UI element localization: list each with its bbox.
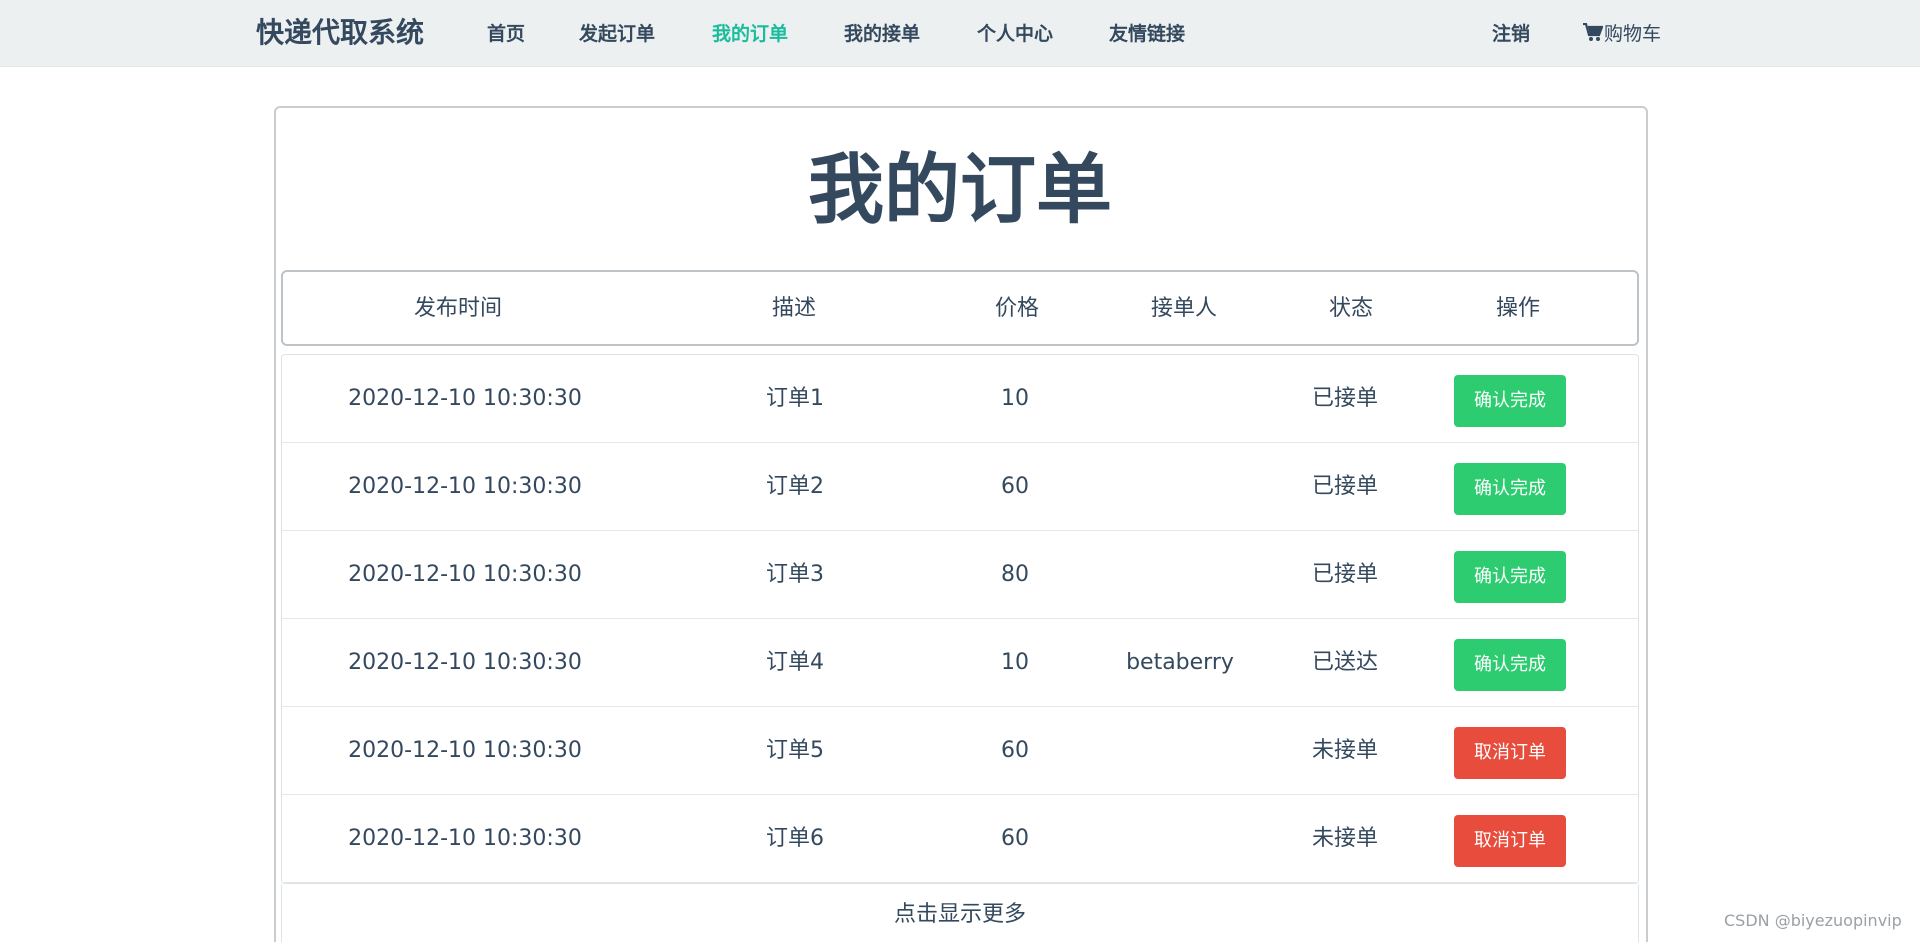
nav-friend-links[interactable]: 友情链接	[1109, 20, 1185, 48]
nav-my-orders[interactable]: 我的订单	[712, 20, 788, 48]
cell-description: 订单1	[766, 386, 824, 411]
cell-description: 订单3	[766, 562, 824, 587]
cancel-order-button[interactable]: 取消订单	[1454, 815, 1566, 867]
header-description: 描述	[771, 296, 817, 321]
confirm-complete-button[interactable]: 确认完成	[1454, 551, 1566, 603]
cell-time: 2020-12-10 10:30:30	[348, 562, 582, 587]
nav-home[interactable]: 首页	[487, 20, 525, 48]
cell-price: 10	[1001, 386, 1029, 411]
cell-price: 60	[1001, 826, 1029, 851]
cell-price: 10	[1001, 650, 1029, 675]
confirm-complete-button[interactable]: 确认完成	[1454, 463, 1566, 515]
table-row: 2020-12-10 10:30:30 订单5 60 未接单 取消订单	[282, 707, 1638, 795]
cell-price: 80	[1001, 562, 1029, 587]
nav-create-order[interactable]: 发起订单	[579, 20, 655, 48]
cell-status: 已接单	[1311, 386, 1379, 411]
table-row: 2020-12-10 10:30:30 订单4 10 betaberry 已送达…	[282, 619, 1638, 707]
watermark: CSDN @biyezuopinvip	[1724, 911, 1902, 930]
confirm-complete-button[interactable]: 确认完成	[1454, 375, 1566, 427]
table-header: 发布时间 描述 价格 接单人 状态 操作	[281, 270, 1639, 346]
table-row: 2020-12-10 10:30:30 订单3 80 已接单 确认完成	[282, 531, 1638, 619]
cell-status: 已接单	[1311, 562, 1379, 587]
shopping-cart-icon	[1583, 22, 1604, 41]
cell-description: 订单6	[766, 826, 824, 851]
table-row: 2020-12-10 10:30:30 订单6 60 未接单 取消订单	[282, 795, 1638, 883]
cell-time: 2020-12-10 10:30:30	[348, 738, 582, 763]
cell-status: 未接单	[1311, 738, 1379, 763]
logout-link[interactable]: 注销	[1492, 20, 1530, 48]
header-taker: 接单人	[1150, 296, 1218, 321]
load-more-button[interactable]: 点击显示更多	[281, 884, 1639, 942]
cell-description: 订单4	[766, 650, 824, 675]
confirm-complete-button[interactable]: 确认完成	[1454, 639, 1566, 691]
table-row: 2020-12-10 10:30:30 订单1 10 已接单 确认完成	[282, 355, 1638, 443]
cancel-order-button[interactable]: 取消订单	[1454, 727, 1566, 779]
header-status: 状态	[1328, 296, 1374, 321]
page-title: 我的订单	[808, 145, 1112, 234]
brand-logo[interactable]: 快递代取系统	[256, 14, 424, 52]
cell-taker: betaberry	[1126, 650, 1234, 675]
header-price: 价格	[994, 296, 1040, 321]
cell-description: 订单5	[766, 738, 824, 763]
cell-time: 2020-12-10 10:30:30	[348, 474, 582, 499]
cell-time: 2020-12-10 10:30:30	[348, 386, 582, 411]
table-row: 2020-12-10 10:30:30 订单2 60 已接单 确认完成	[282, 443, 1638, 531]
cart-link[interactable]: 购物车	[1583, 20, 1661, 48]
header-publish-time: 发布时间	[413, 296, 503, 321]
orders-table-body: 2020-12-10 10:30:30 订单1 10 已接单 确认完成 2020…	[281, 354, 1639, 884]
cell-status: 已接单	[1311, 474, 1379, 499]
cell-status: 未接单	[1311, 826, 1379, 851]
nav-profile[interactable]: 个人中心	[977, 20, 1053, 48]
cell-status: 已送达	[1311, 650, 1379, 675]
nav-my-accepted[interactable]: 我的接单	[844, 20, 920, 48]
cell-description: 订单2	[766, 474, 824, 499]
cell-price: 60	[1001, 474, 1029, 499]
cell-time: 2020-12-10 10:30:30	[348, 826, 582, 851]
cell-price: 60	[1001, 738, 1029, 763]
cart-label: 购物车	[1604, 23, 1662, 45]
navbar: 快递代取系统 首页 发起订单 我的订单 我的接单 个人中心 友情链接 注销 购物…	[0, 0, 1920, 67]
header-actions: 操作	[1495, 296, 1541, 321]
cell-time: 2020-12-10 10:30:30	[348, 650, 582, 675]
